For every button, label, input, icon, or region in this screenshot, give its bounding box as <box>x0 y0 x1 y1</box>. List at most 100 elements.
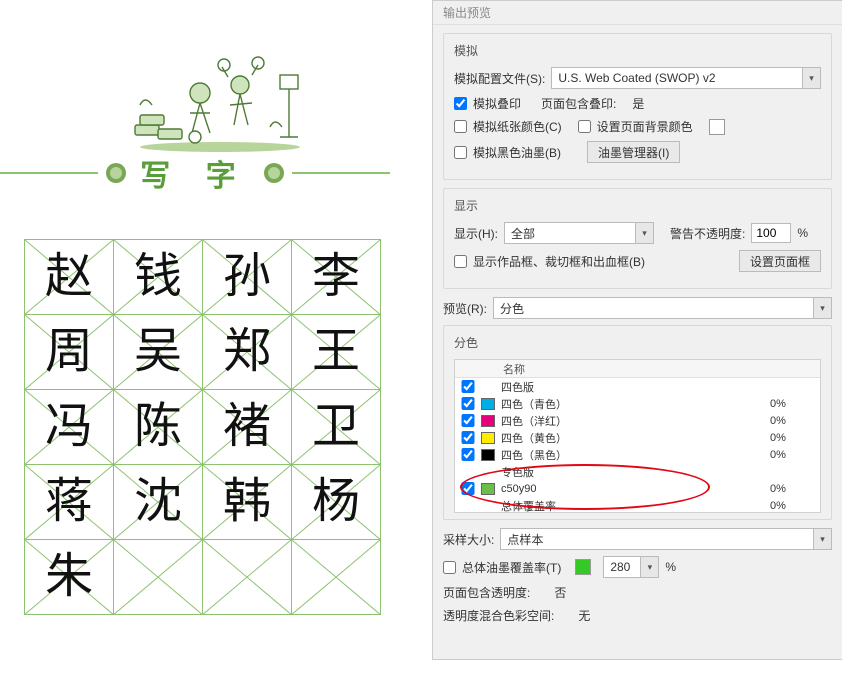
has-transparency-value: 否 <box>554 584 566 601</box>
display-section: 显示 显示(H): 全部 ▾ 警告不透明度: % 显示作品框、裁切框和出血框(B… <box>443 188 832 289</box>
percent-label: % <box>665 560 676 574</box>
tac-label: 总体油墨覆盖率(T) <box>462 559 561 576</box>
profile-select[interactable]: U.S. Web Coated (SWOP) v2 ▾ <box>551 67 821 89</box>
grid-cell: 蒋 <box>24 464 114 540</box>
separation-percent: 0% <box>770 398 820 410</box>
sample-size-value: 点样本 <box>507 531 543 548</box>
document-preview: 写 字 赵钱孙李周吴郑王冯陈褚卫蒋沈韩杨朱 <box>0 0 400 677</box>
grid-char: 蒋 <box>45 478 93 526</box>
show-boxes-label: 显示作品框、裁切框和出血框(B) <box>473 253 645 270</box>
tac-checkbox[interactable] <box>443 561 456 574</box>
separation-percent: 0% <box>770 500 820 512</box>
separation-name: c50y90 <box>501 483 770 495</box>
separation-percent: 0% <box>770 415 820 427</box>
set-bg-color-checkbox[interactable] <box>578 120 591 133</box>
grid-char: 朱 <box>45 553 93 601</box>
practice-grid: 赵钱孙李周吴郑王冯陈褚卫蒋沈韩杨朱 <box>25 240 385 615</box>
separations-table: 名称 四色版四色（青色）0%四色（洋红）0%四色（黄色）0%四色（黑色）0%专色… <box>454 359 821 513</box>
grid-char: 韩 <box>223 478 271 526</box>
chevron-down-icon: ▾ <box>640 557 658 577</box>
preview-select[interactable]: 分色 ▾ <box>493 297 832 319</box>
set-page-box-label: 设置页面框 <box>750 253 810 270</box>
title-rule-left <box>0 172 98 174</box>
grid-char: 杨 <box>312 478 360 526</box>
tac-value-select[interactable]: 280 ▾ <box>603 556 659 578</box>
separation-name: 专色版 <box>501 464 770 480</box>
grid-cell: 陈 <box>113 389 203 465</box>
blend-space-label: 透明度混合色彩空间: <box>443 607 554 624</box>
grid-cell: 李 <box>291 239 381 315</box>
grid-cell <box>113 539 203 615</box>
separation-row: 四色（洋红）0% <box>455 412 820 429</box>
separation-checkbox[interactable] <box>461 431 475 444</box>
grid-cell: 孙 <box>202 239 292 315</box>
tac-value: 280 <box>610 560 630 574</box>
grid-char: 周 <box>45 328 93 376</box>
grid-char: 陈 <box>134 403 182 451</box>
grid-cell: 吴 <box>113 314 203 390</box>
separation-row: 总体覆盖率0% <box>455 497 820 513</box>
blend-space-value: 无 <box>578 607 590 624</box>
simulate-black-ink-checkbox[interactable] <box>454 146 467 159</box>
preview-value: 分色 <box>500 300 524 317</box>
show-value: 全部 <box>511 225 535 242</box>
separation-name: 四色（青色） <box>501 396 770 412</box>
set-bg-color-label: 设置页面背景颜色 <box>597 118 693 135</box>
set-page-box-button[interactable]: 设置页面框 <box>739 250 821 272</box>
simulate-black-ink-label: 模拟黑色油墨(B) <box>473 144 561 161</box>
separation-checkbox[interactable] <box>461 414 475 427</box>
separation-percent: 0% <box>770 449 820 461</box>
grid-cell <box>291 539 381 615</box>
bg-color-swatch[interactable] <box>709 119 725 135</box>
show-select[interactable]: 全部 ▾ <box>504 222 654 244</box>
separation-name: 四色（黑色） <box>501 447 770 463</box>
profile-label: 模拟配置文件(S): <box>454 70 545 87</box>
grid-char: 吴 <box>134 328 182 376</box>
show-label: 显示(H): <box>454 225 498 242</box>
grid-cell: 褚 <box>202 389 292 465</box>
display-header: 显示 <box>454 197 821 214</box>
separations-table-head: 名称 <box>455 360 820 378</box>
show-boxes-checkbox[interactable] <box>454 255 467 268</box>
col-name-header: 名称 <box>503 361 525 377</box>
warn-opacity-input[interactable] <box>751 223 791 243</box>
grid-cell: 冯 <box>24 389 114 465</box>
simulate-paper-color-label: 模拟纸张颜色(C) <box>473 118 562 135</box>
separation-row: 四色（黑色）0% <box>455 446 820 463</box>
grid-cell: 王 <box>291 314 381 390</box>
separation-checkbox[interactable] <box>461 380 475 393</box>
separation-checkbox[interactable] <box>461 397 475 410</box>
separation-row: c50y900% <box>455 480 820 497</box>
percent-label: % <box>797 226 808 240</box>
grid-cell: 沈 <box>113 464 203 540</box>
color-swatch-icon <box>481 432 495 444</box>
grid-cell <box>202 539 292 615</box>
ink-manager-button[interactable]: 油墨管理器(I) <box>587 141 680 163</box>
simulate-header: 模拟 <box>454 42 821 59</box>
separation-checkbox[interactable] <box>461 448 475 461</box>
tac-swatch[interactable] <box>575 559 591 575</box>
page-overprint-label: 页面包含叠印: <box>541 95 616 112</box>
separation-row: 四色版 <box>455 378 820 395</box>
simulate-paper-color-checkbox[interactable] <box>454 120 467 133</box>
color-swatch-icon <box>481 398 495 410</box>
color-swatch-icon <box>481 415 495 427</box>
chevron-down-icon: ▾ <box>802 68 820 88</box>
separation-percent: 0% <box>770 432 820 444</box>
grid-cell: 卫 <box>291 389 381 465</box>
sample-size-select[interactable]: 点样本 ▾ <box>500 528 832 550</box>
separation-row: 四色（青色）0% <box>455 395 820 412</box>
simulate-overprint-checkbox[interactable] <box>454 97 467 110</box>
simulate-overprint-label: 模拟叠印 <box>473 95 521 112</box>
panel-title-text: 输出预览 <box>443 4 491 21</box>
page-title: 写 字 <box>134 151 256 195</box>
title-rule-right <box>292 172 390 174</box>
separation-row: 专色版 <box>455 463 820 480</box>
separation-row: 四色（黄色）0% <box>455 429 820 446</box>
separations-header: 分色 <box>454 334 821 351</box>
header-illustration <box>130 55 308 153</box>
output-preview-panel: 输出预览 模拟 模拟配置文件(S): U.S. Web Coated (SWOP… <box>432 0 842 660</box>
grid-char: 王 <box>312 328 360 376</box>
separation-checkbox[interactable] <box>461 482 475 495</box>
grid-cell: 韩 <box>202 464 292 540</box>
